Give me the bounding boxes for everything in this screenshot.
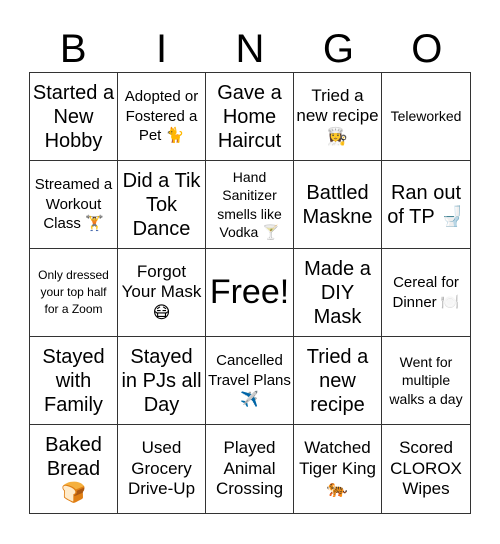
bingo-cell-label: Did a Tik Tok Dance	[122, 169, 201, 240]
bingo-cell-label: Made a DIY Mask	[304, 257, 371, 328]
free-space-label: Free!	[209, 273, 290, 312]
bingo-cell-label: Gave a Home Haircut	[217, 81, 282, 152]
bingo-cell[interactable]: Stayed in PJs all Day	[118, 337, 206, 425]
bingo-cell-label: Tried a new recipe 👩‍🍳	[296, 85, 379, 146]
bingo-cell[interactable]: Adopted or Fostered a Pet 🐈	[118, 73, 206, 161]
bingo-cell[interactable]: Went for multiple walks a day	[382, 337, 470, 425]
bingo-cell[interactable]: Tried a new recipe	[294, 337, 382, 425]
bingo-cell[interactable]: Tried a new recipe 👩‍🍳	[294, 73, 382, 161]
bingo-cell[interactable]: Started a New Hobby	[30, 73, 118, 161]
bingo-cell-label: Adopted or Fostered a Pet 🐈	[124, 88, 199, 145]
header-letter-b: B	[59, 27, 87, 71]
bingo-cell-label: Cancelled Travel Plans ✈️	[208, 352, 291, 409]
bingo-cell-label: Battled Maskne	[302, 181, 373, 228]
bingo-cell[interactable]: Battled Maskne	[294, 161, 382, 249]
bingo-cell-label: Watched Tiger King 🐅	[299, 438, 376, 499]
header-letter-i: I	[156, 27, 168, 71]
bingo-cell-label: Streamed a Workout Class 🏋️	[34, 176, 113, 233]
bingo-cell-label: Used Grocery Drive-Up	[127, 438, 196, 499]
bingo-cell-label: Only dressed your top half for a Zoom	[38, 268, 109, 316]
bingo-cell-label: Went for multiple walks a day	[389, 354, 463, 407]
bingo-cell[interactable]: Cereal for Dinner 🍽️	[382, 249, 470, 337]
bingo-cell[interactable]: Used Grocery Drive-Up	[118, 425, 206, 513]
bingo-cell[interactable]: Stayed with Family	[30, 337, 118, 425]
bingo-cell-label: Baked Bread 🍞	[45, 434, 102, 504]
header-letter-o: O	[411, 27, 443, 71]
bingo-cell-label: Tried a new recipe	[306, 345, 369, 416]
bingo-cell-label: Teleworked	[390, 108, 462, 125]
bingo-cell[interactable]: Teleworked	[382, 73, 470, 161]
bingo-cell[interactable]: Hand Sanitizer smells like Vodka 🍸	[206, 161, 294, 249]
bingo-cell-label: Cereal for Dinner 🍽️	[392, 274, 460, 311]
bingo-board: Started a New Hobby Adopted or Fostered a…	[29, 72, 471, 514]
bingo-cell-label: Started a New Hobby	[32, 81, 115, 152]
bingo-cell-label: Stayed with Family	[42, 345, 105, 416]
bingo-cell[interactable]: Gave a Home Haircut	[206, 73, 294, 161]
bingo-cell[interactable]: Played Animal Crossing	[206, 425, 294, 513]
bingo-header: B I N G O	[29, 26, 471, 72]
bingo-cell-label: Forgot Your Mask 😷	[121, 261, 202, 322]
bingo-cell[interactable]: Ran out of TP 🚽	[382, 161, 470, 249]
header-letter-g: G	[322, 27, 354, 71]
bingo-cell-label: Ran out of TP 🚽	[387, 181, 465, 228]
bingo-cell[interactable]: Did a Tik Tok Dance	[118, 161, 206, 249]
bingo-cell[interactable]: Watched Tiger King 🐅	[294, 425, 382, 513]
bingo-cell-label: Stayed in PJs all Day	[121, 345, 202, 416]
bingo-cell[interactable]: Forgot Your Mask 😷	[118, 249, 206, 337]
bingo-cell[interactable]: Baked Bread 🍞	[30, 425, 118, 513]
bingo-cell[interactable]: Made a DIY Mask	[294, 249, 382, 337]
bingo-cell[interactable]: Cancelled Travel Plans ✈️	[206, 337, 294, 425]
bingo-cell[interactable]: Scored CLOROX Wipes	[382, 425, 470, 513]
bingo-cell-label: Scored CLOROX Wipes	[390, 438, 462, 499]
header-letter-n: N	[235, 27, 265, 71]
free-space-cell[interactable]: Free!	[206, 249, 294, 337]
bingo-cell[interactable]: Only dressed your top half for a Zoom	[30, 249, 118, 337]
bingo-cell-label: Hand Sanitizer smells like Vodka 🍸	[217, 169, 282, 240]
bingo-cell-label: Played Animal Crossing	[215, 438, 284, 499]
bingo-cell[interactable]: Streamed a Workout Class 🏋️	[30, 161, 118, 249]
